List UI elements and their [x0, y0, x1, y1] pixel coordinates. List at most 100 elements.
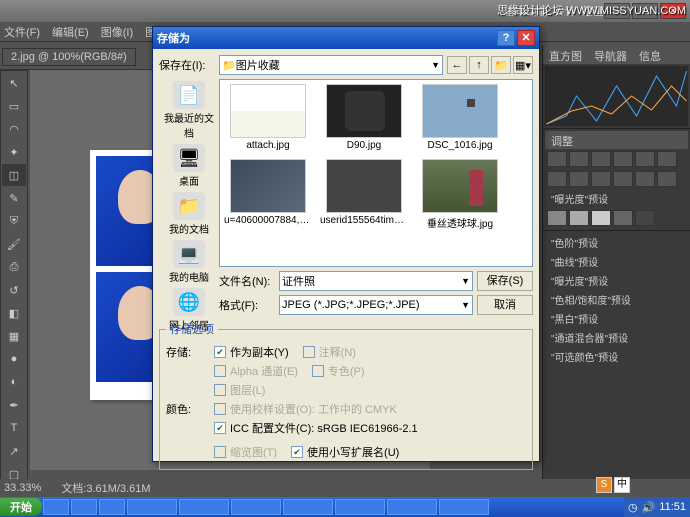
taskbar-item[interactable]: [179, 499, 229, 515]
tab-info[interactable]: 信息: [633, 46, 667, 64]
menu-file[interactable]: 文件(F): [4, 24, 40, 40]
copy-checkbox[interactable]: ✔: [214, 346, 226, 358]
taskbar-item[interactable]: [127, 499, 177, 515]
crop-tool-icon[interactable]: ◫: [2, 164, 26, 186]
eyedropper-tool-icon[interactable]: ✎: [2, 187, 26, 209]
tab-adjustments[interactable]: 调整: [545, 131, 579, 149]
quicklaunch-item[interactable]: [43, 499, 69, 515]
taskbar-item[interactable]: [283, 499, 333, 515]
sidebar-desktop[interactable]: 🖥桌面: [161, 144, 217, 188]
vibrance-icon[interactable]: [635, 151, 655, 167]
document-tab[interactable]: 2.jpg @ 100%(RGB/8#): [2, 48, 136, 66]
preset-swatch[interactable]: [591, 210, 611, 226]
exposure-preset-label: "曝光度"预设: [545, 189, 688, 208]
quicklaunch-item[interactable]: [71, 499, 97, 515]
gradient-tool-icon[interactable]: ▦: [2, 325, 26, 347]
save-in-dropdown[interactable]: 📁 图片收藏 ▼: [219, 55, 443, 75]
brush-tool-icon[interactable]: 🖌: [2, 233, 26, 255]
dialog-titlebar[interactable]: 存储为 ? ✕: [153, 27, 539, 49]
posterize-icon[interactable]: [635, 171, 655, 187]
save-button[interactable]: 保存(S): [477, 271, 533, 291]
filename-input[interactable]: 证件照▼: [279, 271, 473, 291]
mixer-icon[interactable]: [591, 171, 611, 187]
clock[interactable]: 11:51: [659, 501, 686, 513]
adjustments-icons: [545, 149, 688, 169]
preset-swatch[interactable]: [547, 210, 567, 226]
taskbar-item[interactable]: [335, 499, 385, 515]
type-tool-icon[interactable]: T: [2, 417, 26, 439]
curves-icon[interactable]: [591, 151, 611, 167]
tray-icon[interactable]: 🔊: [642, 501, 656, 514]
start-button[interactable]: 开始: [0, 498, 42, 516]
blur-tool-icon[interactable]: ●: [2, 348, 26, 370]
save-in-value: 图片收藏: [236, 57, 280, 73]
preset-mixer[interactable]: "通道混合器"预设: [545, 328, 688, 347]
menu-edit[interactable]: 编辑(E): [52, 24, 89, 40]
exposure-icon[interactable]: [613, 151, 633, 167]
tab-histogram[interactable]: 直方图: [543, 46, 588, 64]
zoom-level[interactable]: 33.33%: [4, 482, 41, 494]
cancel-button[interactable]: 取消: [477, 295, 533, 315]
preset-swatch[interactable]: [569, 210, 589, 226]
preset-levels[interactable]: "色阶"预设: [545, 233, 688, 252]
preset-curves[interactable]: "曲线"预设: [545, 252, 688, 271]
brightness-icon[interactable]: [547, 151, 567, 167]
file-item[interactable]: DSC_1016.jpg: [416, 84, 504, 151]
taskbar-item[interactable]: [231, 499, 281, 515]
file-item[interactable]: u=40600007884,2808...: [224, 159, 312, 230]
taskbar-item[interactable]: [387, 499, 437, 515]
sogou-icon[interactable]: S: [596, 477, 612, 493]
history-tool-icon[interactable]: ↺: [2, 279, 26, 301]
new-folder-button[interactable]: 📁: [491, 56, 511, 74]
file-item[interactable]: userid155564time2...: [320, 159, 408, 230]
file-item[interactable]: D90.jpg: [320, 84, 408, 151]
threshold-icon[interactable]: [657, 171, 677, 187]
sidebar-recent[interactable]: 📄我最近的文档: [161, 81, 217, 140]
hue-icon[interactable]: [657, 151, 677, 167]
bw-icon[interactable]: [547, 171, 567, 187]
levels-icon[interactable]: [569, 151, 589, 167]
lowercase-checkbox[interactable]: ✔: [291, 446, 303, 458]
save-as-dialog: 存储为 ? ✕ 保存在(I): 📁 图片收藏 ▼ ← ↑ 📁 ▦▾ 📄我最近的文…: [152, 26, 540, 462]
wand-tool-icon[interactable]: ✦: [2, 141, 26, 163]
preset-selective[interactable]: "可选颜色"预设: [545, 347, 688, 366]
file-item[interactable]: attach.jpg: [224, 84, 312, 151]
view-menu-button[interactable]: ▦▾: [513, 56, 533, 74]
pen-tool-icon[interactable]: ✒: [2, 394, 26, 416]
eraser-tool-icon[interactable]: ◧: [2, 302, 26, 324]
toolbox: ↖ ▭ ◠ ✦ ◫ ✎ ⛨ 🖌 ⎙ ↺ ◧ ▦ ● ◐ ✒ T ↗ ▢: [0, 70, 28, 487]
preset-swatch[interactable]: [635, 210, 655, 226]
sidebar-computer[interactable]: 💻我的电脑: [161, 240, 217, 284]
format-dropdown[interactable]: JPEG (*.JPG;*.JPEG;*.JPE)▼: [279, 295, 473, 315]
menu-image[interactable]: 图像(I): [101, 24, 133, 40]
tray-icon[interactable]: ◷: [628, 501, 638, 514]
preset-exposure[interactable]: "曝光度"预设: [545, 271, 688, 290]
dialog-close-button[interactable]: ✕: [517, 30, 535, 46]
preset-swatch[interactable]: [613, 210, 633, 226]
dialog-help-button[interactable]: ?: [497, 30, 515, 46]
path-tool-icon[interactable]: ↗: [2, 440, 26, 462]
invert-icon[interactable]: [613, 171, 633, 187]
move-tool-icon[interactable]: ↖: [2, 72, 26, 94]
file-item[interactable]: 垂丝透球球.jpg: [416, 159, 504, 230]
back-button[interactable]: ←: [447, 56, 467, 74]
sidebar-documents[interactable]: 📁我的文档: [161, 192, 217, 236]
preset-hue[interactable]: "色相/饱和度"预设: [545, 290, 688, 309]
marquee-tool-icon[interactable]: ▭: [2, 95, 26, 117]
filename-label: 文件名(N):: [219, 273, 275, 289]
quicklaunch-item[interactable]: [99, 499, 125, 515]
tab-navigator[interactable]: 导航器: [588, 46, 633, 64]
dodge-tool-icon[interactable]: ◐: [2, 371, 26, 393]
lasso-tool-icon[interactable]: ◠: [2, 118, 26, 140]
ime-icon[interactable]: 中: [614, 477, 630, 493]
stamp-tool-icon[interactable]: ⎙: [2, 256, 26, 278]
taskbar-item[interactable]: [439, 499, 489, 515]
notes-checkbox: [303, 346, 315, 358]
heal-tool-icon[interactable]: ⛨: [2, 210, 26, 232]
spot-checkbox: [312, 365, 324, 377]
up-button[interactable]: ↑: [469, 56, 489, 74]
photo-filter-icon[interactable]: [569, 171, 589, 187]
icc-checkbox[interactable]: ✔: [214, 422, 226, 434]
file-list[interactable]: attach.jpg D90.jpg DSC_1016.jpg u=406000…: [219, 79, 533, 267]
preset-bw[interactable]: "黑白"预设: [545, 309, 688, 328]
